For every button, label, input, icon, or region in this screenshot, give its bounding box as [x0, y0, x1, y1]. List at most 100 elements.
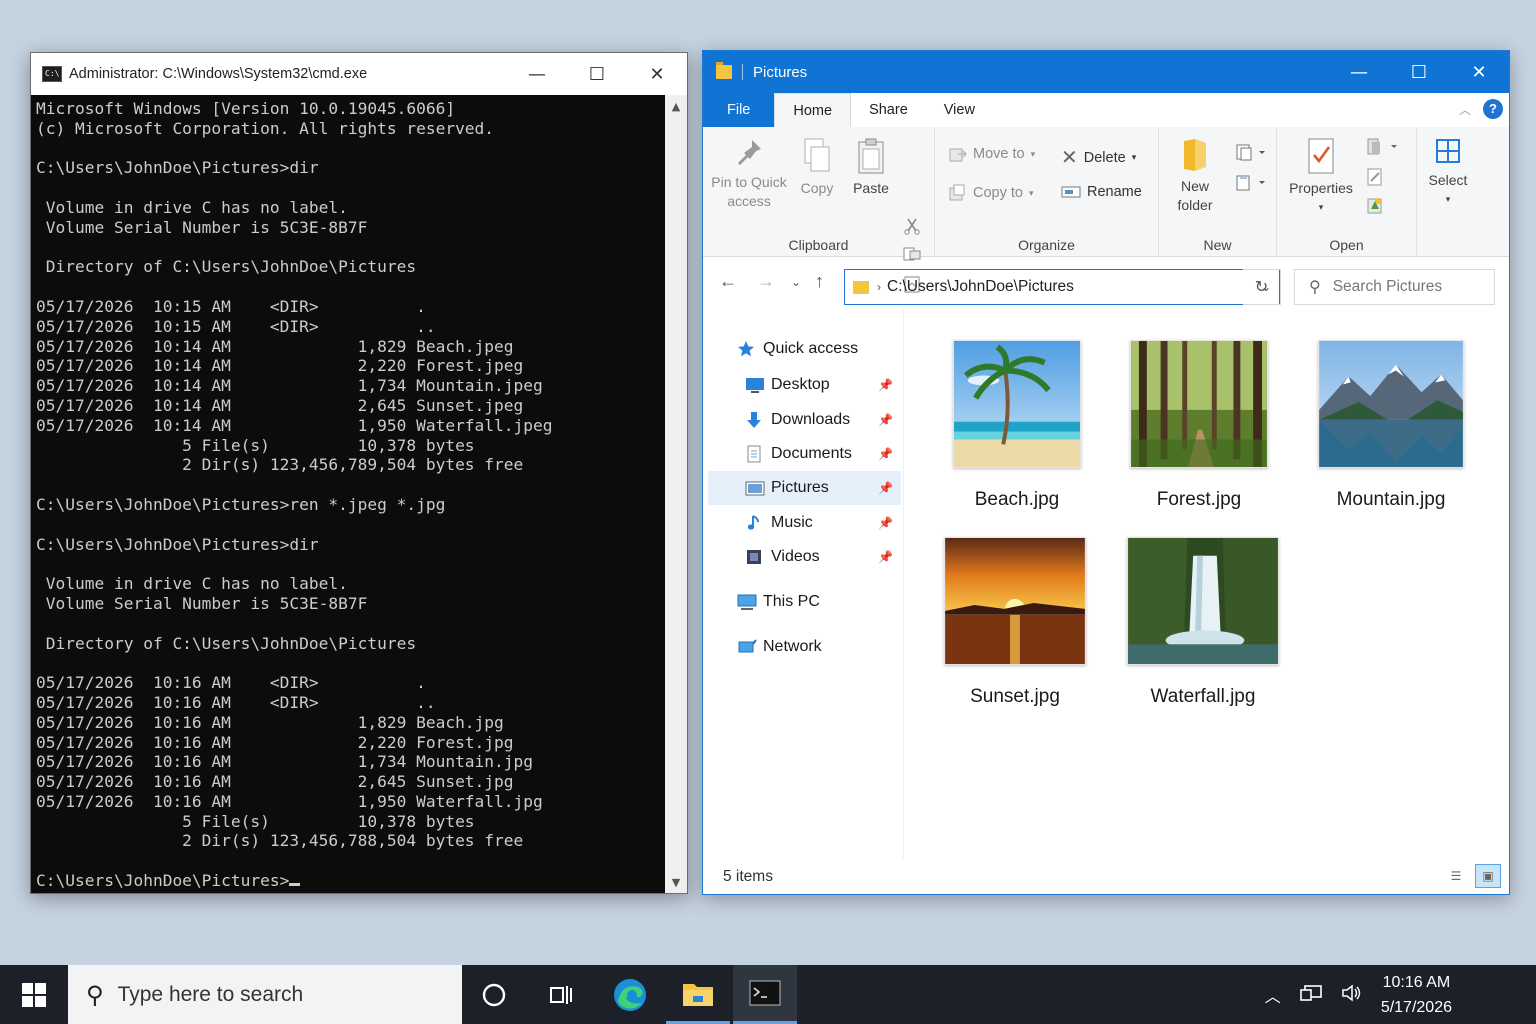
file-name: Sunset.jpg — [970, 686, 1060, 707]
new-item-icon[interactable] — [1235, 143, 1265, 168]
up-arrow-icon[interactable]: ↑ — [815, 271, 824, 292]
file-tile-sunset[interactable]: Sunset.jpg — [941, 537, 1089, 708]
network-icon — [737, 638, 757, 656]
new-folder-button[interactable]: New folder — [1169, 137, 1221, 215]
cmd-console[interactable]: Microsoft Windows [Version 10.0.19045.60… — [31, 95, 665, 893]
refresh-icon[interactable]: ↻ — [1243, 269, 1281, 305]
taskbar-search[interactable]: ⚲ Type here to search — [68, 965, 462, 1024]
show-hidden-icons-chevron-icon[interactable]: ︿ — [1265, 983, 1281, 1007]
easy-access-icon[interactable] — [1235, 173, 1265, 198]
system-tray: ︿ 10:16 AM 5/17/2026 — [1265, 965, 1536, 1024]
forest-thumbnail — [1130, 340, 1268, 468]
nav-network[interactable]: Network — [737, 630, 897, 664]
task-view-icon[interactable] — [528, 965, 592, 1024]
details-view-icon[interactable]: ☰ — [1443, 864, 1469, 888]
windows-logo-icon — [22, 982, 46, 1007]
pin-icon[interactable]: 📌 — [878, 550, 893, 564]
scroll-up-arrow-icon[interactable]: ▲ — [665, 95, 687, 117]
tab-share[interactable]: Share — [851, 93, 926, 127]
network-status-icon[interactable] — [1299, 984, 1323, 1006]
file-name: Waterfall.jpg — [1150, 686, 1256, 707]
console-line: 2 Dir(s) 123,456,789,504 bytes free — [36, 455, 524, 475]
move-to-button[interactable]: Move to ▾ — [949, 145, 1035, 163]
rename-icon — [1061, 186, 1081, 198]
nav-desktop[interactable]: Desktop 📌 — [745, 368, 901, 402]
volume-icon[interactable] — [1341, 983, 1363, 1006]
select-button[interactable]: Select ▾ — [1423, 137, 1473, 209]
cortana-icon[interactable] — [462, 965, 526, 1024]
close-button[interactable]: ✕ — [1449, 51, 1509, 93]
pin-icon[interactable]: 📌 — [878, 481, 893, 495]
edge-browser-icon[interactable] — [598, 965, 662, 1024]
maximize-button[interactable]: ☐ — [1389, 51, 1449, 93]
search-box[interactable]: ⚲ Search Pictures — [1294, 269, 1495, 305]
rename-button[interactable]: Rename — [1061, 184, 1142, 200]
nav-music[interactable]: Music 📌 — [745, 506, 901, 540]
pin-icon[interactable]: 📌 — [878, 447, 893, 461]
cmd-scrollbar[interactable]: ▲ ▼ — [665, 95, 687, 893]
console-line: 05/17/2026 10:14 AM 1,829 Beach.jpeg — [36, 336, 514, 356]
nav-downloads[interactable]: Downloads 📌 — [745, 403, 901, 437]
breadcrumb-chevron-icon: › — [877, 280, 881, 294]
clock[interactable]: 10:16 AM 5/17/2026 — [1381, 970, 1452, 1020]
file-tile-mountain[interactable]: Mountain.jpg — [1307, 340, 1475, 511]
console-line: 05/17/2026 10:16 AM <DIR> . — [36, 673, 426, 693]
tab-home[interactable]: Home — [774, 93, 852, 127]
recent-locations-icon[interactable]: ⌄ — [791, 275, 801, 289]
pin-to-quick-access-button[interactable]: Pin to Quick access — [709, 137, 789, 211]
nav-divider — [903, 309, 904, 859]
pin-icon[interactable]: 📌 — [878, 413, 893, 427]
explorer-titlebar[interactable]: Pictures — ☐ ✕ — [703, 51, 1509, 93]
nav-quick-access[interactable]: Quick access — [737, 332, 897, 366]
nav-pictures[interactable]: Pictures 📌 — [708, 471, 901, 505]
scissors-icon[interactable] — [903, 217, 920, 235]
chevron-down-icon: ▾ — [1028, 187, 1034, 198]
open-icon[interactable] — [1365, 137, 1399, 162]
properties-button[interactable]: Properties ▾ — [1285, 137, 1357, 217]
music-note-icon — [745, 514, 763, 532]
address-bar[interactable]: › C:\Users\JohnDoe\Pictures ⌄ — [844, 269, 1280, 305]
back-arrow-icon[interactable]: ← — [719, 271, 737, 292]
search-icon: ⚲ — [86, 980, 104, 1009]
large-icons-view-icon[interactable]: ▣ — [1475, 864, 1501, 888]
console-line: C:\Users\JohnDoe\Pictures> — [36, 871, 665, 891]
help-icon[interactable]: ? — [1483, 99, 1503, 119]
minimize-button[interactable]: — — [507, 53, 567, 95]
edit-icon[interactable] — [1365, 167, 1385, 192]
nav-videos[interactable]: Videos 📌 — [745, 540, 901, 574]
copy-to-button[interactable]: Copy to ▾ — [949, 184, 1034, 202]
nav-documents[interactable]: Documents 📌 — [745, 437, 901, 471]
history-icon[interactable] — [1365, 195, 1385, 220]
close-button[interactable]: ✕ — [627, 53, 687, 95]
beach-thumbnail — [953, 340, 1081, 468]
collapse-ribbon-icon[interactable]: ︿ — [1459, 101, 1471, 118]
tab-file[interactable]: File — [703, 93, 775, 127]
file-tile-forest[interactable]: Forest.jpg — [1125, 340, 1273, 511]
file-explorer-taskbar-icon[interactable] — [666, 965, 730, 1024]
forward-arrow-icon[interactable]: → — [757, 271, 775, 292]
explorer-window[interactable]: Pictures — ☐ ✕ File Home Share View ︿ ? … — [702, 50, 1510, 895]
tab-view[interactable]: View — [925, 93, 993, 127]
file-tile-waterfall[interactable]: Waterfall.jpg — [1125, 537, 1281, 708]
cmd-taskbar-icon[interactable] — [733, 965, 797, 1024]
nav-this-pc[interactable]: This PC — [737, 585, 897, 619]
maximize-button[interactable]: ☐ — [567, 53, 627, 95]
start-button[interactable] — [0, 965, 68, 1024]
paste-button[interactable]: Paste — [847, 137, 895, 198]
console-line: 05/17/2026 10:14 AM 1,734 Mountain.jpeg — [36, 376, 543, 396]
console-line: 05/17/2026 10:16 AM 1,734 Mountain.jpg — [36, 752, 534, 772]
scroll-down-arrow-icon[interactable]: ▼ — [665, 871, 687, 893]
copy-button[interactable]: Copy — [795, 137, 839, 198]
minimize-button[interactable]: — — [1329, 51, 1389, 93]
cmd-window[interactable]: C:\ Administrator: C:\Windows\System32\c… — [30, 52, 688, 894]
file-tile-beach[interactable]: Beach.jpg — [943, 340, 1091, 511]
chevron-down-icon: ▾ — [1131, 152, 1137, 162]
cmd-titlebar[interactable]: C:\ Administrator: C:\Windows\System32\c… — [31, 53, 687, 95]
pin-icon[interactable]: 📌 — [878, 516, 893, 530]
clipboard-icon — [858, 138, 884, 174]
rename-label: Rename — [1087, 184, 1142, 200]
pin-icon[interactable]: 📌 — [878, 378, 893, 392]
delete-button[interactable]: ✕ Delete ▾ — [1061, 145, 1136, 170]
